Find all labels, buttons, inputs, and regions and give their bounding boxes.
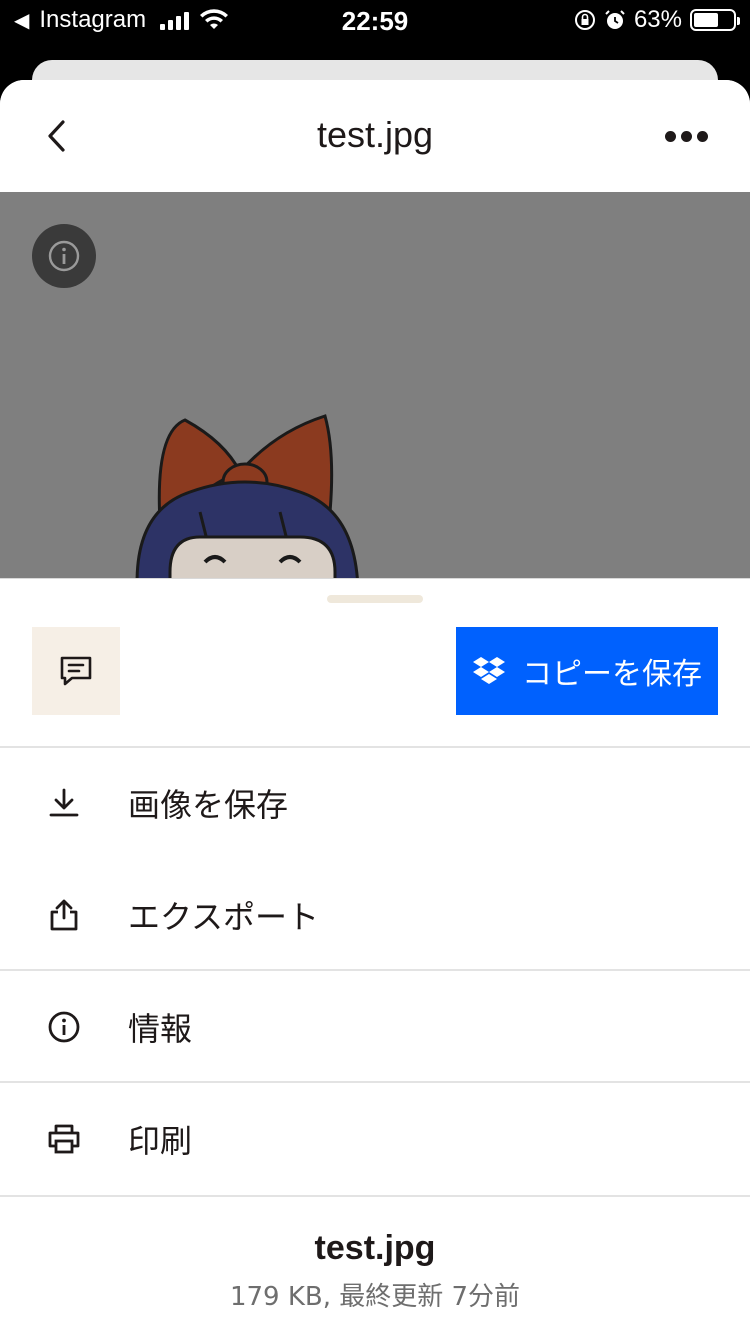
status-bar: ◀ Instagram 22:59 63% — [0, 0, 750, 44]
info-icon — [48, 240, 80, 272]
info-icon — [32, 995, 96, 1059]
back-to-app-icon[interactable]: ◀ — [14, 8, 29, 33]
cellular-signal-icon — [160, 10, 190, 30]
more-dot — [664, 130, 676, 142]
comment-icon — [60, 656, 92, 686]
menu-label: エクスポート — [128, 898, 320, 936]
save-copy-label: コピーを保存 — [522, 658, 702, 691]
menu-label: 情報 — [128, 1010, 193, 1048]
download-icon — [32, 771, 96, 835]
divider — [0, 1195, 750, 1197]
menu-label: 印刷 — [128, 1122, 193, 1160]
save-copy-button[interactable]: コピーを保存 — [456, 627, 718, 715]
action-sheet: コピーを保存 画像を保存 エクスポート 情報 印刷 test.jpg 179 K… — [0, 578, 750, 1334]
comment-button[interactable] — [32, 627, 120, 715]
sheet-grabber[interactable] — [327, 595, 423, 603]
file-footer: test.jpg 179 KB, 最終更新 7分前 — [0, 1229, 750, 1313]
alarm-icon — [605, 10, 625, 29]
share-icon — [32, 883, 96, 947]
file-meta: 179 KB, 最終更新 7分前 — [229, 1282, 521, 1312]
file-preview-sheet: test.jpg コピーを保存 画像を保存 エクスポート 情報 印刷 test.… — [0, 80, 750, 1334]
menu-item-print[interactable]: 印刷 — [0, 1083, 750, 1195]
dropbox-icon — [473, 657, 505, 684]
image-preview[interactable] — [0, 192, 750, 578]
status-right: 63% — [574, 6, 740, 34]
battery-icon — [690, 9, 740, 31]
page-title: test.jpg — [316, 114, 434, 155]
menu-label: 画像を保存 — [128, 786, 289, 824]
character-image — [135, 414, 359, 578]
menu-item-export[interactable]: エクスポート — [0, 859, 750, 971]
info-button[interactable] — [32, 224, 96, 288]
wifi-icon — [200, 9, 229, 29]
menu-item-save-image[interactable]: 画像を保存 — [0, 747, 750, 859]
more-dot — [696, 130, 708, 142]
file-name: test.jpg — [314, 1229, 436, 1267]
battery-level — [694, 13, 718, 27]
battery-percent: 63% — [633, 6, 682, 33]
more-dot — [680, 130, 692, 142]
orientation-lock-icon — [574, 10, 595, 30]
status-left: ◀ Instagram — [14, 6, 229, 34]
more-button[interactable] — [658, 114, 714, 158]
back-to-app-label[interactable]: Instagram — [39, 6, 146, 34]
menu-item-info[interactable]: 情報 — [0, 971, 750, 1083]
nav-bar: test.jpg — [0, 80, 750, 192]
printer-icon — [32, 1107, 96, 1171]
